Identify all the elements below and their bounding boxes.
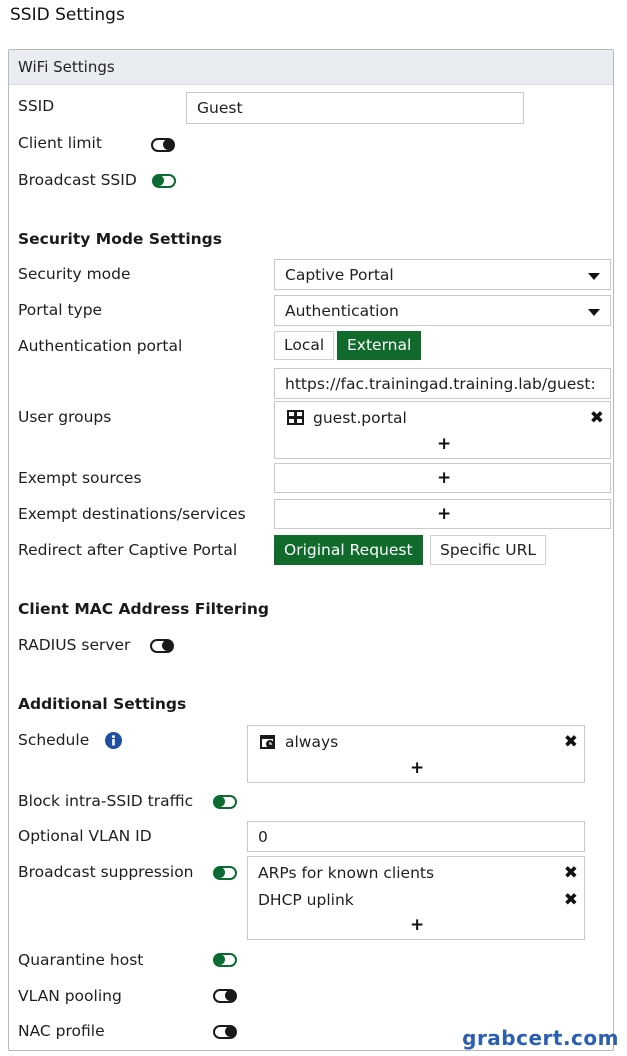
panel-header-title: WiFi Settings (18, 58, 115, 76)
add-exempt-destination-icon[interactable]: + (437, 506, 451, 523)
auth-portal-label: Authentication portal (18, 337, 183, 355)
security-mode-label: Security mode (18, 265, 131, 283)
block-intra-ssid-toggle[interactable] (213, 795, 237, 809)
watermark: grabcert.com (462, 1026, 619, 1050)
remove-dhcp-icon[interactable]: ✖ (564, 892, 578, 909)
nac-profile-toggle[interactable] (213, 1025, 237, 1039)
client-limit-toggle[interactable] (151, 138, 175, 152)
quarantine-host-label: Quarantine host (18, 951, 144, 969)
redirect-specific-url-option[interactable]: Specific URL (430, 535, 547, 565)
nac-profile-label: NAC profile (18, 1022, 105, 1040)
add-exempt-source-icon[interactable]: + (437, 470, 451, 487)
exempt-sources-label: Exempt sources (18, 469, 142, 487)
client-limit-label: Client limit (18, 134, 102, 152)
portal-type-value: Authentication (285, 302, 399, 320)
remove-user-group-icon[interactable]: ✖ (590, 410, 604, 427)
remove-arps-icon[interactable]: ✖ (564, 865, 578, 882)
add-schedule-icon[interactable]: + (410, 760, 424, 777)
info-icon[interactable] (105, 732, 122, 749)
user-groups-field[interactable]: guest.portal ✖ + (274, 401, 611, 459)
add-broadcast-suppression-icon[interactable]: + (410, 917, 424, 934)
portal-type-select[interactable]: Authentication (274, 295, 611, 326)
schedule-label: Schedule (18, 731, 90, 749)
broadcast-suppression-toggle[interactable] (213, 866, 237, 880)
user-groups-label: User groups (18, 408, 112, 426)
vlan-id-input[interactable] (247, 821, 585, 852)
panel-header: WiFi Settings (9, 50, 613, 85)
security-mode-select[interactable]: Captive Portal (274, 259, 611, 290)
portal-type-label: Portal type (18, 301, 103, 319)
broadcast-ssid-label: Broadcast SSID (18, 171, 137, 189)
wifi-settings-panel: WiFi Settings SSID Client limit Broadcas… (8, 49, 614, 1051)
chevron-down-icon (588, 309, 600, 316)
broadcast-suppression-entry-arps: ARPs for known clients (258, 864, 435, 882)
page-title: SSID Settings (10, 5, 125, 25)
schedule-clock-icon (260, 735, 275, 749)
exempt-destinations-label: Exempt destinations/services (18, 505, 246, 523)
vlan-id-label: Optional VLAN ID (18, 827, 152, 845)
ssid-label: SSID (18, 97, 55, 115)
exempt-destinations-field[interactable]: + (274, 499, 611, 529)
vlan-pooling-label: VLAN pooling (18, 987, 122, 1005)
auth-portal-external-option[interactable]: External (337, 331, 422, 360)
chevron-down-icon (588, 273, 600, 280)
mac-filtering-section-title: Client MAC Address Filtering (18, 600, 269, 618)
broadcast-ssid-toggle[interactable] (152, 174, 176, 188)
radius-server-label: RADIUS server (18, 636, 131, 654)
portal-url-input[interactable] (274, 368, 611, 399)
ssid-input[interactable] (186, 92, 524, 124)
redirect-label: Redirect after Captive Portal (18, 541, 238, 559)
additional-section-title: Additional Settings (18, 695, 187, 713)
schedule-entry: always (285, 733, 339, 751)
remove-schedule-icon[interactable]: ✖ (564, 734, 578, 751)
security-mode-value: Captive Portal (285, 266, 394, 284)
block-intra-ssid-label: Block intra-SSID traffic (18, 792, 194, 810)
broadcast-suppression-entry-dhcp: DHCP uplink (258, 891, 354, 909)
schedule-field[interactable]: always ✖ + (247, 725, 585, 783)
redirect-original-request-option[interactable]: Original Request (274, 535, 423, 565)
broadcast-suppression-field[interactable]: ARPs for known clients ✖ DHCP uplink ✖ + (247, 856, 585, 940)
security-mode-section-title: Security Mode Settings (18, 230, 223, 248)
user-group-icon (287, 410, 304, 425)
broadcast-suppression-label: Broadcast suppression (18, 863, 194, 881)
auth-portal-local-option[interactable]: Local (274, 331, 335, 360)
exempt-sources-field[interactable]: + (274, 463, 611, 493)
radius-server-toggle[interactable] (150, 639, 174, 653)
add-user-group-icon[interactable]: + (437, 436, 451, 453)
quarantine-host-toggle[interactable] (213, 953, 237, 967)
vlan-pooling-toggle[interactable] (213, 989, 237, 1003)
user-group-entry: guest.portal (313, 409, 407, 427)
